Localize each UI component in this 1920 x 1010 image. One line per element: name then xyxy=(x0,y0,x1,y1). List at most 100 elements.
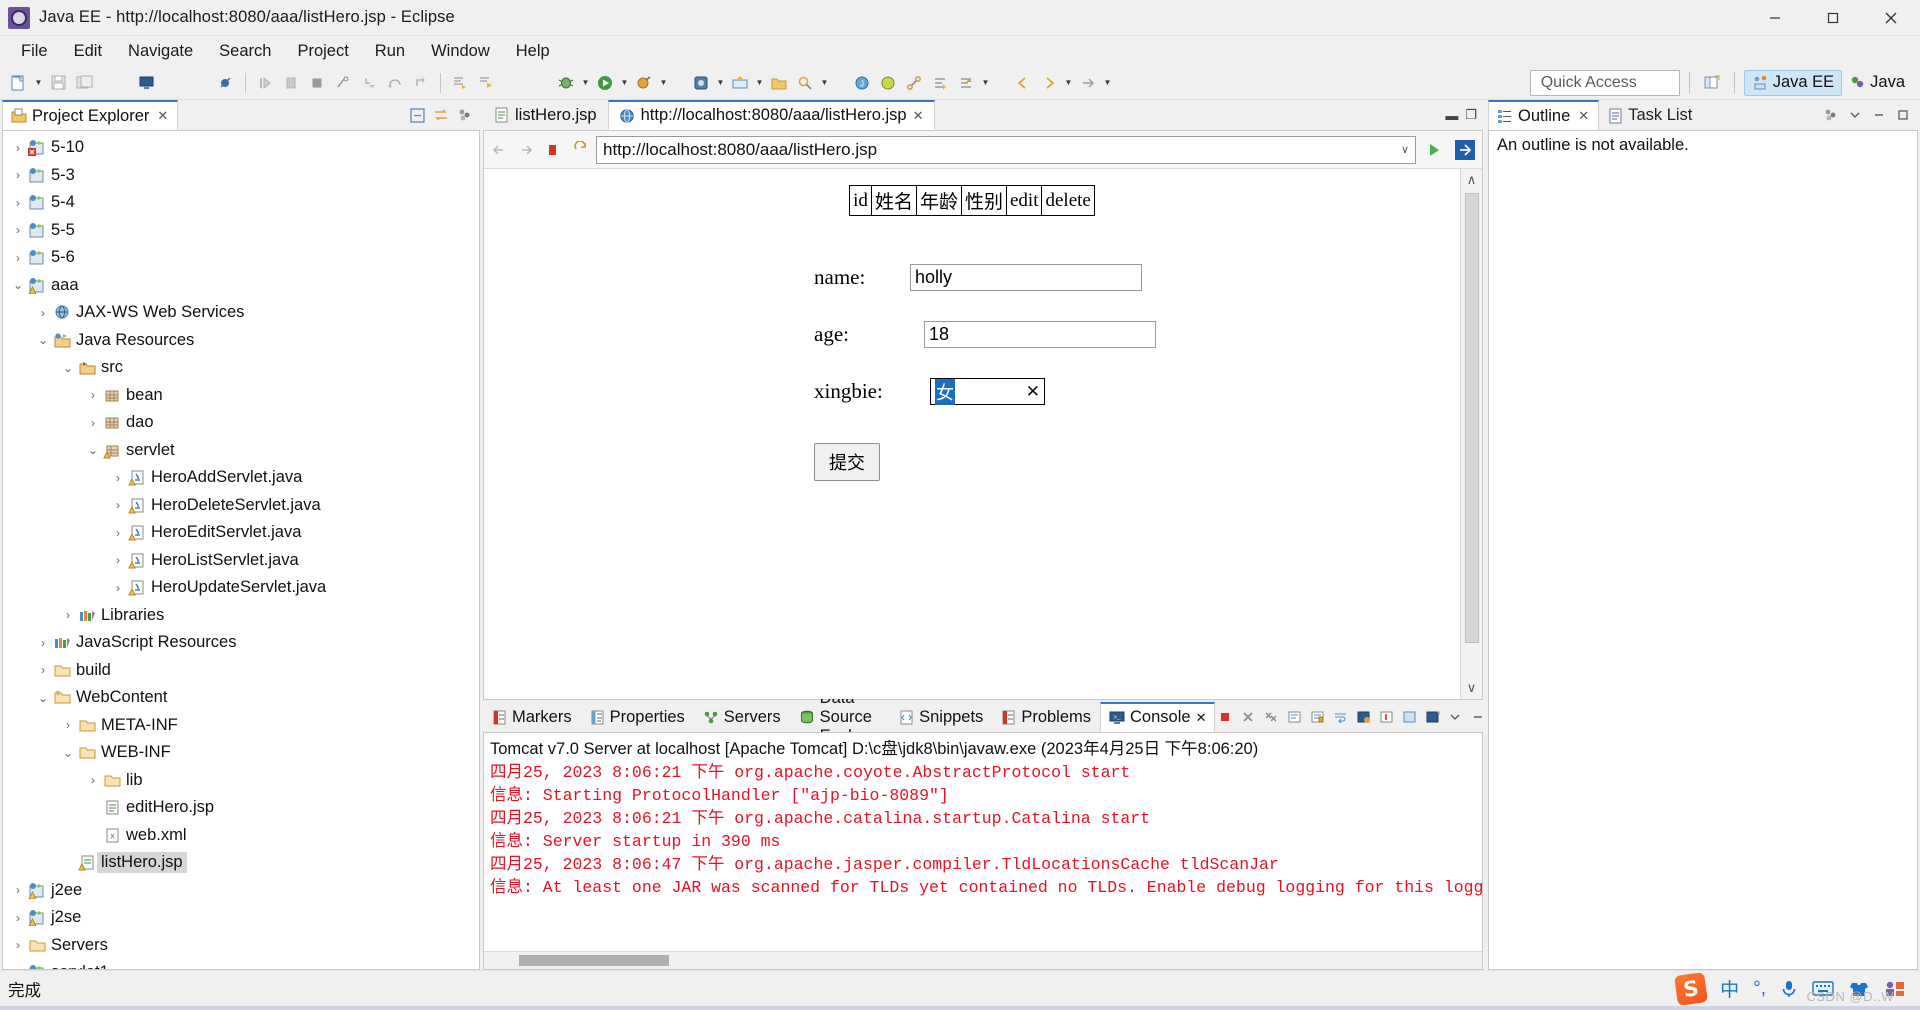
xingbie-input[interactable]: 女 ✕ xyxy=(930,378,1045,405)
chevron-down-icon[interactable]: ⌄ xyxy=(34,333,52,347)
debug-dropdown-icon[interactable]: ▼ xyxy=(579,70,592,96)
tree-item-edithero-jsp[interactable]: editHero.jsp xyxy=(3,794,479,822)
perspective-java-ee[interactable]: Java EE xyxy=(1743,69,1843,96)
tab-project-explorer[interactable]: Project Explorer ✕ xyxy=(2,100,179,130)
tree-item-meta-inf[interactable]: › META-INF xyxy=(3,712,479,740)
menu-help[interactable]: Help xyxy=(503,40,563,63)
bottom-tab-data-source-explorer[interactable]: Data Source Explorer xyxy=(790,689,890,745)
run-dropdown-icon[interactable]: ▼ xyxy=(618,70,631,96)
maximize-icon[interactable] xyxy=(1892,104,1914,126)
link-with-editor-icon[interactable] xyxy=(430,104,452,126)
new-server-icon[interactable] xyxy=(688,70,714,96)
link-icon[interactable] xyxy=(901,70,927,96)
menu-search[interactable]: Search xyxy=(206,40,284,63)
scroll-up-arrow[interactable]: ∧ xyxy=(1467,169,1477,191)
collapse-all-icon[interactable] xyxy=(406,104,428,126)
tree-item-j2se[interactable]: › j2se xyxy=(3,904,479,932)
chevron-right-icon[interactable]: › xyxy=(34,636,52,650)
scroll-down-arrow[interactable]: ∨ xyxy=(1467,677,1477,699)
quick-access-input[interactable]: Quick Access xyxy=(1529,69,1680,96)
tree-item-build[interactable]: › build xyxy=(3,657,479,685)
show-console-on-output-icon[interactable] xyxy=(1353,706,1373,728)
tree-item-5-6[interactable]: › 5-6 xyxy=(3,244,479,272)
chevron-right-icon[interactable]: › xyxy=(34,306,52,320)
chevron-right-icon[interactable]: › xyxy=(9,223,27,237)
view-menu-icon[interactable] xyxy=(454,104,476,126)
menu-run[interactable]: Run xyxy=(362,40,418,63)
tab-outline[interactable]: Outline ✕ xyxy=(1488,100,1600,130)
back-arrow-icon[interactable] xyxy=(488,138,510,162)
open-task-icon[interactable] xyxy=(875,70,901,96)
chevron-down-icon[interactable]: ⌄ xyxy=(84,443,102,457)
chevron-right-icon[interactable]: › xyxy=(109,526,127,540)
tree-item-servlet[interactable]: ⌄ servlet xyxy=(3,437,479,465)
tree-item-5-4[interactable]: › 5-4 xyxy=(3,189,479,217)
chevron-right-icon[interactable]: › xyxy=(84,416,102,430)
run-icon[interactable] xyxy=(592,70,618,96)
sogou-logo-icon[interactable]: S xyxy=(1674,971,1709,1006)
chevron-right-icon[interactable]: › xyxy=(9,251,27,265)
minimize-button[interactable] xyxy=(1746,0,1804,36)
focus-icon[interactable] xyxy=(1820,104,1842,126)
minimize-icon[interactable] xyxy=(1868,104,1890,126)
tree-item-5-10[interactable]: › 5-10 xyxy=(3,134,479,162)
console-horizontal-scrollbar[interactable] xyxy=(484,951,1482,969)
previous-annotation-icon[interactable] xyxy=(953,70,979,96)
new-server-dropdown-icon[interactable]: ▼ xyxy=(714,70,727,96)
tree-item-lib[interactable]: › lib xyxy=(3,767,479,795)
tree-item-heroupdateservlet-java[interactable]: › HeroUpdateServlet.java xyxy=(3,574,479,602)
view-menu-icon[interactable] xyxy=(1445,706,1465,728)
tree-item-javascript-resources[interactable]: › JavaScript Resources xyxy=(3,629,479,657)
back-icon[interactable] xyxy=(1010,70,1036,96)
remove-all-launches-icon[interactable] xyxy=(1261,706,1281,728)
tab-task-list[interactable]: Task List xyxy=(1599,100,1703,130)
chevron-right-icon[interactable]: › xyxy=(109,581,127,595)
bottom-tab-markers[interactable]: Markers xyxy=(483,702,581,732)
bottom-tab-snippets[interactable]: Snippets xyxy=(890,702,992,732)
tree-item-aaa[interactable]: ⌄ aaa xyxy=(3,272,479,300)
menu-navigate[interactable]: Navigate xyxy=(115,40,206,63)
bottom-tab-console[interactable]: >_ Console ✕ xyxy=(1100,702,1216,732)
tree-item-dao[interactable]: › dao xyxy=(3,409,479,437)
menu-window[interactable]: Window xyxy=(418,40,503,63)
remove-launch-icon[interactable] xyxy=(1238,706,1258,728)
perspective-java[interactable]: Java xyxy=(1842,70,1912,96)
debug-last-tool-icon[interactable] xyxy=(473,70,499,96)
project-tree[interactable]: › 5-10 › 5-3 › 5-4 › 5-5 › 5-6 ⌄ aaa › JAX-WS Web Ser… xyxy=(2,130,480,970)
stop-icon[interactable] xyxy=(542,138,564,162)
tree-item-herolistservlet-java[interactable]: › HeroListServlet.java xyxy=(3,547,479,575)
chevron-right-icon[interactable]: › xyxy=(34,663,52,677)
open-type-icon[interactable]: J xyxy=(849,70,875,96)
tree-item-heroeditservlet-java[interactable]: › HeroEditServlet.java xyxy=(3,519,479,547)
annotation-dropdown-icon[interactable]: ▼ xyxy=(979,70,992,96)
bottom-tab-properties[interactable]: Properties xyxy=(581,702,694,732)
chevron-right-icon[interactable]: › xyxy=(9,938,27,952)
tree-item-5-3[interactable]: › 5-3 xyxy=(3,162,479,190)
maximize-button[interactable] xyxy=(1804,0,1862,36)
forward-arrow-icon[interactable] xyxy=(515,138,537,162)
maximize-icon[interactable]: ❐ xyxy=(1465,107,1477,123)
deploy-icon[interactable] xyxy=(727,70,753,96)
display-selected-console-icon[interactable] xyxy=(1399,706,1419,728)
close-icon[interactable]: ✕ xyxy=(1578,108,1589,124)
next-annotation-icon[interactable] xyxy=(927,70,953,96)
punctuation-mode-icon[interactable]: °, xyxy=(1753,978,1766,1000)
chevron-right-icon[interactable]: › xyxy=(59,718,77,732)
close-icon[interactable]: ✕ xyxy=(157,108,168,124)
tree-item-webcontent[interactable]: ⌄ WebContent xyxy=(3,684,479,712)
scrollbar-thumb[interactable] xyxy=(1464,193,1479,643)
chevron-down-icon[interactable]: ∨ xyxy=(1401,143,1409,156)
name-input[interactable]: holly xyxy=(910,264,1142,291)
scrollbar-track[interactable] xyxy=(1461,645,1482,677)
chevron-right-icon[interactable]: › xyxy=(109,553,127,567)
chevron-right-icon[interactable]: › xyxy=(59,608,77,622)
chevron-down-icon[interactable]: ⌄ xyxy=(59,361,77,375)
chevron-right-icon[interactable]: › xyxy=(9,911,27,925)
open-console-icon[interactable] xyxy=(133,70,159,96)
tree-item-servers[interactable]: › Servers xyxy=(3,932,479,960)
open-external-browser-icon[interactable] xyxy=(1452,139,1478,161)
terminate-icon[interactable] xyxy=(1215,706,1235,728)
refresh-icon[interactable] xyxy=(569,138,591,162)
submit-button[interactable]: 提交 xyxy=(814,443,880,481)
skip-breakpoints-icon[interactable] xyxy=(213,70,239,96)
